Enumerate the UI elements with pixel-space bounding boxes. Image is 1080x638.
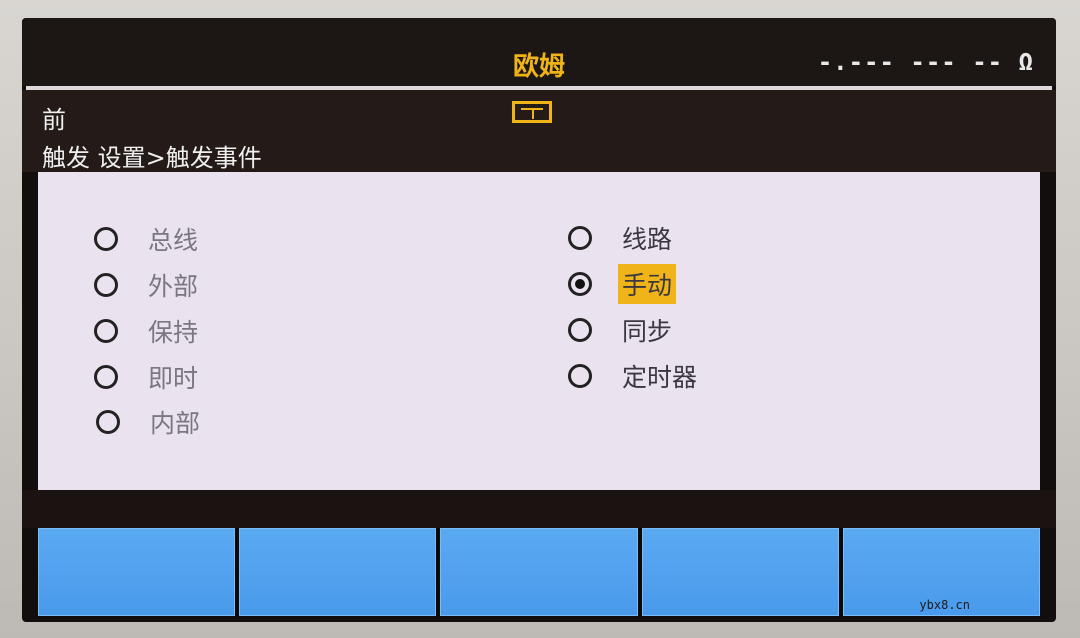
radio-button[interactable] [96,410,120,434]
option-sync[interactable]: 同步 [568,310,676,350]
option-label: 外部 [148,272,199,301]
option-label-selected: 手动 [618,264,677,304]
option-label: 内部 [150,409,201,438]
option-bus[interactable]: 总线 [94,219,202,259]
option-line[interactable]: 线路 [568,218,676,258]
softkey-1[interactable] [38,528,236,616]
option-hold[interactable]: 保持 [94,311,202,351]
option-immediate[interactable]: 即时 [94,357,202,397]
softkey-4[interactable] [641,528,839,616]
radio-button-selected[interactable] [568,272,592,296]
option-label: 同步 [622,317,673,346]
front-terminal-label: 前 [42,106,66,134]
option-label: 定时器 [622,363,698,392]
option-label: 总线 [148,226,199,255]
breadcrumb: 触发 设置>触发事件 [42,144,262,172]
option-manual[interactable]: 手动 [568,264,677,304]
option-label: 线路 [622,225,673,254]
option-label: 即时 [148,364,199,393]
trigger-source-panel: 总线 外部 保持 即时 内部 线路 手动 同步 定时器 [38,172,1040,490]
trigger-mode-icon [512,101,552,123]
measurement-reading: -.--- --- -- Ω [817,48,1034,76]
status-bar [22,490,1056,528]
radio-button[interactable] [568,364,592,388]
display-screen: 欧姆 -.--- --- -- Ω 前 触发 设置>触发事件 总线 外部 保持 … [22,18,1056,622]
radio-button[interactable] [94,365,118,389]
watermark-text: ybx8.cn [919,598,970,612]
radio-button[interactable] [94,227,118,251]
softkey-3[interactable] [440,528,638,616]
option-external[interactable]: 外部 [94,265,202,305]
radio-button[interactable] [94,319,118,343]
title-bar: 欧姆 -.--- --- -- Ω [22,18,1056,86]
radio-button[interactable] [568,226,592,250]
option-internal[interactable]: 内部 [96,402,204,442]
option-label: 保持 [148,318,199,347]
radio-button[interactable] [94,273,118,297]
radio-button[interactable] [568,318,592,342]
softkey-2[interactable] [239,528,437,616]
option-timer[interactable]: 定时器 [568,356,701,396]
softkey-row [38,528,1041,616]
